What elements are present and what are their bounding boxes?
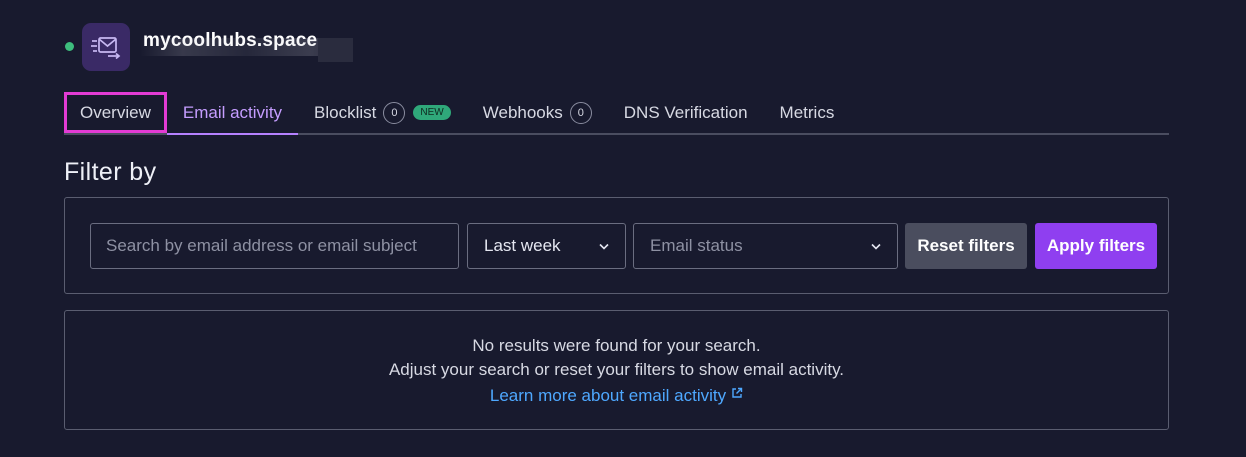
email-status-placeholder: Email status xyxy=(650,236,743,255)
tab-email-activity[interactable]: Email activity xyxy=(166,92,299,135)
tab-blocklist[interactable]: Blocklist 0 NEW xyxy=(298,92,467,133)
learn-more-label: Learn more about email activity xyxy=(489,386,727,405)
tab-dns-verification[interactable]: DNS Verification xyxy=(608,92,764,133)
tab-overview[interactable]: Overview xyxy=(64,92,167,133)
chevron-down-icon xyxy=(871,239,881,253)
count-badge: 0 xyxy=(569,101,592,124)
learn-more-row: Learn more about email activity xyxy=(65,384,1168,406)
new-badge: NEW xyxy=(413,105,451,120)
chevron-down-icon xyxy=(599,239,609,253)
email-status-select[interactable]: Email status xyxy=(633,223,898,269)
apply-filters-button[interactable]: Apply filters xyxy=(1035,223,1157,269)
date-range-select[interactable]: Last week xyxy=(467,223,626,269)
search-input[interactable] xyxy=(90,223,459,269)
date-range-value: Last week xyxy=(484,236,561,255)
external-link-icon xyxy=(731,384,743,404)
mail-icon xyxy=(82,23,130,71)
status-dot xyxy=(65,42,74,51)
empty-message: No results were found for your search. xyxy=(472,336,761,355)
tab-label: Blocklist xyxy=(314,102,377,122)
tab-label: Webhooks xyxy=(482,102,563,122)
domain-name: mycoolhubs.space xyxy=(143,30,318,51)
tab-metrics[interactable]: Metrics xyxy=(764,92,851,133)
filter-panel: Last week Email status Reset filters App… xyxy=(64,197,1169,294)
tab-bar: Overview Email activity Blocklist 0 NEW … xyxy=(64,92,1169,135)
filter-title: Filter by xyxy=(64,158,157,186)
tab-label: Metrics xyxy=(779,102,835,122)
count-badge: 0 xyxy=(383,101,406,124)
empty-hint: Adjust your search or reset your filters… xyxy=(388,360,845,379)
tab-label: Email activity xyxy=(182,102,283,122)
learn-more-link[interactable]: Learn more about email activity xyxy=(490,386,743,405)
tab-label: DNS Verification xyxy=(623,102,748,122)
tab-webhooks[interactable]: Webhooks 0 xyxy=(467,92,608,133)
tab-label: Overview xyxy=(80,102,151,122)
redaction-blur-tail xyxy=(318,38,353,62)
reset-filters-button[interactable]: Reset filters xyxy=(905,223,1027,269)
empty-results-panel: No results were found for your search. A… xyxy=(64,310,1169,430)
